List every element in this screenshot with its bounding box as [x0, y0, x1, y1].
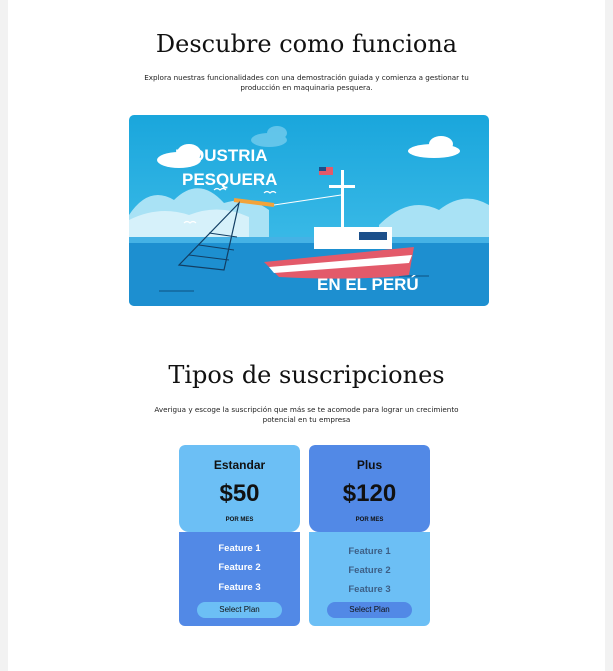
select-plan-button[interactable]: Select Plan — [197, 602, 282, 618]
banner-line1: INDUSTRIA — [175, 146, 268, 165]
plan-feature: Feature 1 — [348, 546, 391, 557]
demo-title: Descubre como funciona — [155, 30, 458, 58]
plan-card-plus: Feature 1 Feature 2 Feature 3 Select Pla… — [309, 445, 430, 626]
demo-description: Explora nuestras funcionalidades con una… — [144, 73, 469, 92]
plan-name: Plus — [356, 458, 383, 472]
plan-period: POR MES — [225, 517, 254, 523]
subscriptions-description: Averigua y escoge la suscripción que más… — [154, 405, 459, 424]
plan-period: POR MES — [355, 517, 384, 523]
banner-line3: EN EL PERÚ — [317, 275, 419, 294]
banner-line2: PESQUERA — [182, 170, 277, 189]
demo-banner-image[interactable]: INDUSTRIA PESQUERA EN EL PERÚ — [129, 115, 489, 306]
plan-feature: Feature 3 — [218, 582, 261, 593]
plan-feature: Feature 2 — [348, 565, 391, 576]
plan-price: $50 — [219, 480, 260, 507]
plan-header: Plus $120 POR MES — [309, 445, 430, 532]
fishing-boat-illustration: INDUSTRIA PESQUERA EN EL PERÚ — [129, 115, 489, 306]
plan-price: $120 — [342, 480, 397, 507]
plan-feature: Feature 3 — [348, 584, 391, 595]
subscriptions-title: Tipos de suscripciones — [168, 361, 445, 389]
plan-feature: Feature 1 — [218, 543, 261, 554]
plan-name: Estandar — [213, 458, 266, 472]
plan-header: Estandar $50 POR MES — [179, 445, 300, 532]
select-plan-button[interactable]: Select Plan — [327, 602, 412, 618]
plan-features-area: Feature 1 Feature 2 Feature 3 Select Pla… — [309, 532, 430, 626]
plan-card-estandar: Feature 1 Feature 2 Feature 3 Select Pla… — [179, 445, 300, 626]
page: Descubre como funciona Explora nuestras … — [8, 0, 605, 671]
plan-features-area: Feature 1 Feature 2 Feature 3 Select Pla… — [179, 532, 300, 626]
plan-feature: Feature 2 — [218, 562, 261, 573]
